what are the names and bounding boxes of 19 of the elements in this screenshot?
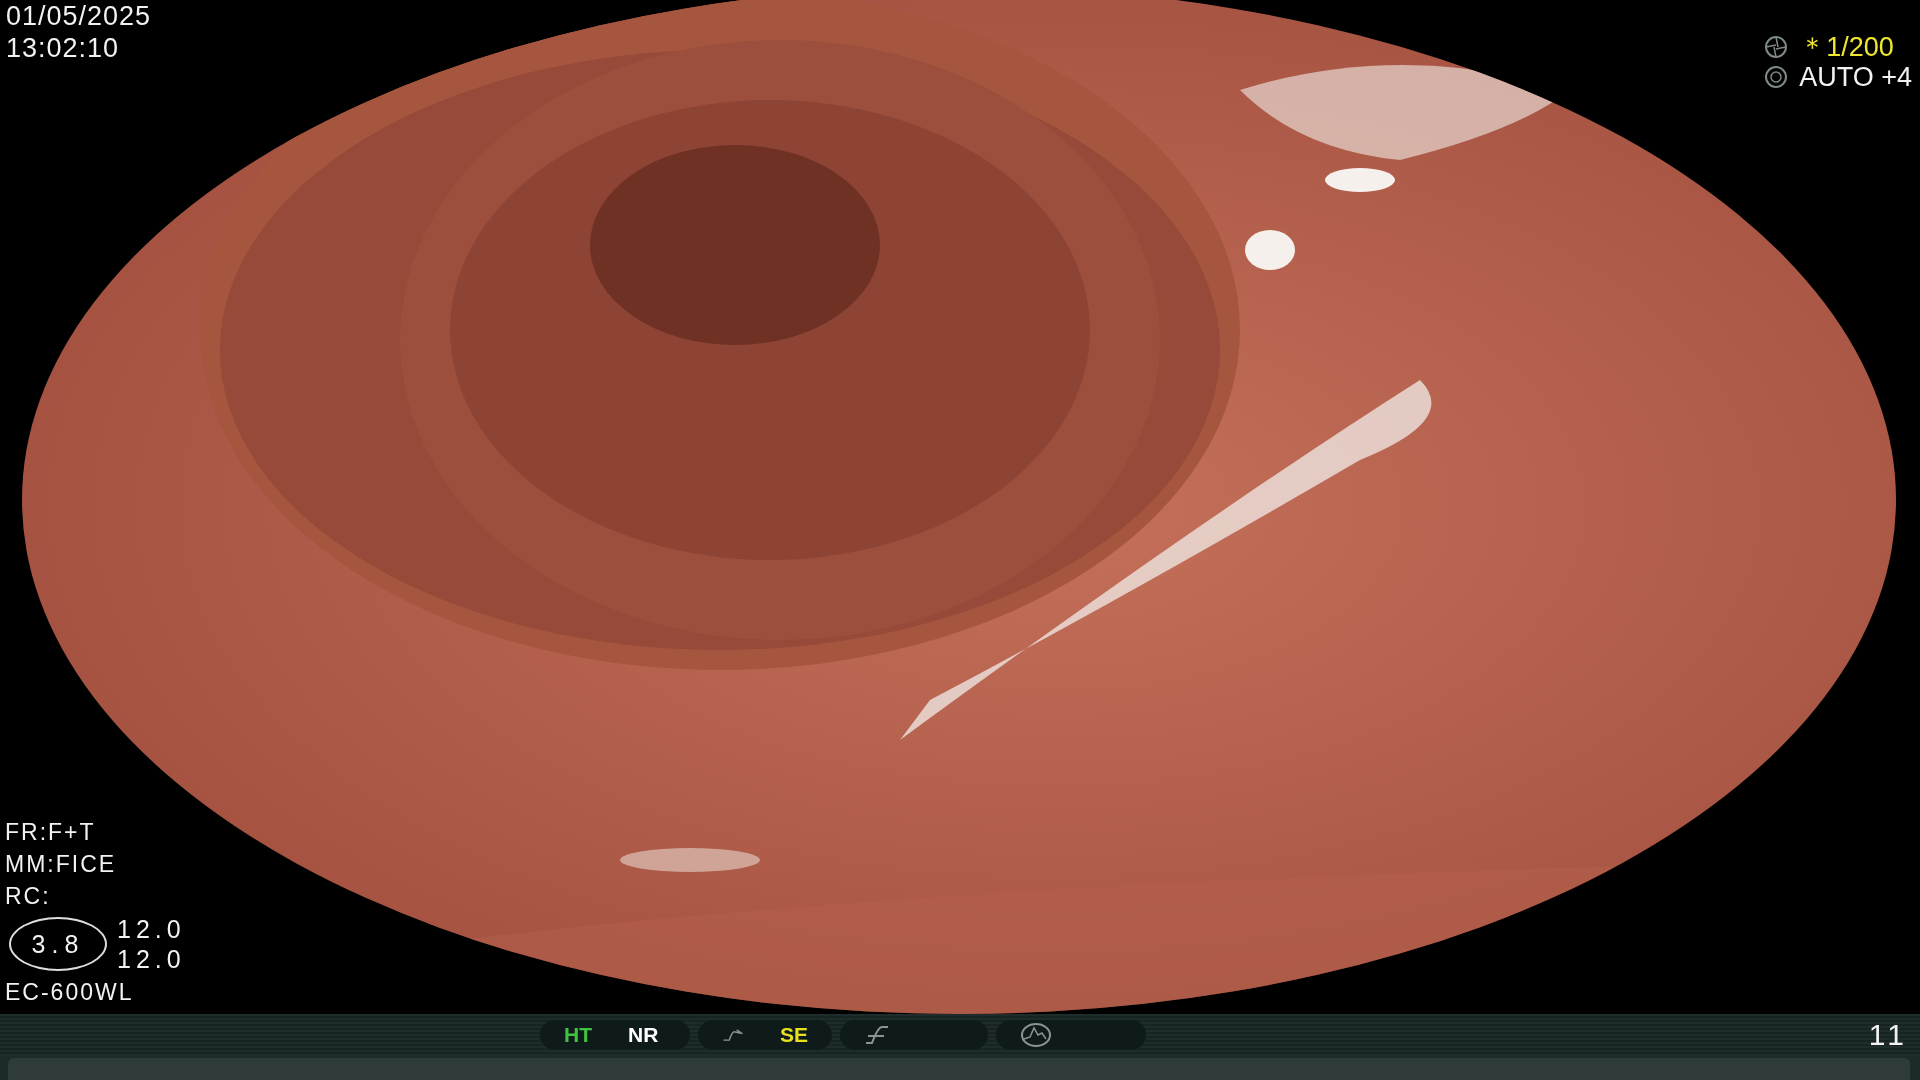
reading-text: 12.0: [117, 944, 186, 974]
shutter-text: ＊1/200: [1799, 32, 1895, 62]
date-text: 01/05/2025: [6, 0, 152, 32]
time-text: 13:02:10: [6, 32, 121, 64]
shutter-icon: [1763, 34, 1790, 60]
zoom-badge: 3.8: [9, 917, 107, 971]
setting-text: FR:F+T: [5, 818, 97, 847]
indicator-text: NR: [628, 1023, 659, 1047]
setting-text: RC:: [5, 882, 52, 911]
reading-text: 12.0: [117, 914, 186, 944]
curve-icon: [864, 1025, 890, 1045]
indicator-text: SE: [780, 1023, 808, 1047]
peak-icon: [1020, 1023, 1052, 1047]
indicator-text: HT: [564, 1023, 592, 1047]
scope-model-text: EC-600WL: [5, 978, 135, 1007]
iris-icon: [1763, 64, 1790, 90]
counter-text: 11: [1868, 1018, 1908, 1052]
iris-text: AUTO +4: [1799, 62, 1912, 92]
setting-text: MM:FICE: [5, 850, 118, 879]
